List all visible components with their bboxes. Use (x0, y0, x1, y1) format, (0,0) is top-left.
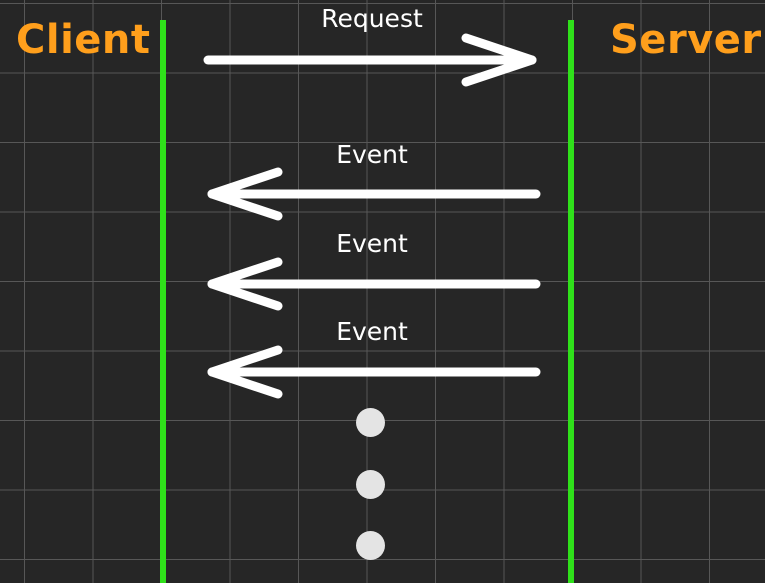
event-arrow-2 (207, 257, 541, 311)
request-arrow (203, 33, 537, 87)
sequence-diagram: Client Server Request Event Event Event (0, 0, 765, 583)
event-arrow-3 (207, 345, 541, 399)
event-arrow-1 (207, 167, 541, 221)
continuation-dot (356, 531, 385, 560)
continuation-dot (356, 470, 385, 499)
continuation-dot (356, 408, 385, 437)
message-arrows (203, 33, 541, 399)
